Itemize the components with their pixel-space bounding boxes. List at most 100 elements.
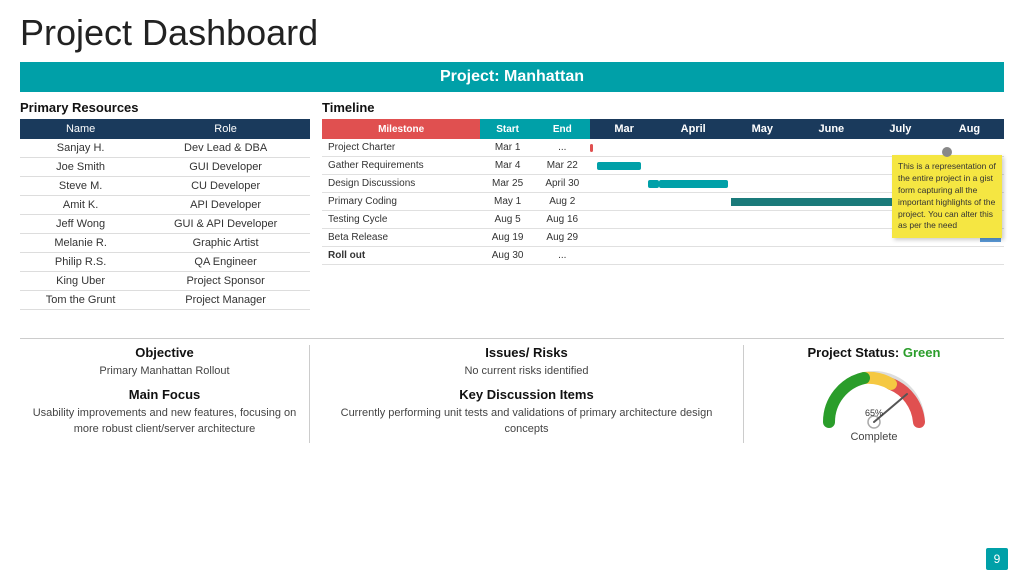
- gauge-chart: 65%: [819, 364, 929, 429]
- start-cell: Aug 19: [480, 229, 535, 247]
- bottom-left: Objective Primary Manhattan Rollout Main…: [20, 345, 310, 443]
- end-cell: Aug 2: [535, 193, 590, 211]
- objective-title: Objective: [30, 345, 299, 360]
- gantt-cell: [659, 193, 728, 211]
- resource-name: Sanjay H.: [20, 139, 141, 158]
- gantt-cell: [797, 211, 866, 229]
- bottom-content: Objective Primary Manhattan Rollout Main…: [20, 338, 1004, 443]
- timeline-title: Timeline: [322, 100, 1004, 115]
- month-header: June: [797, 119, 866, 139]
- month-header: Mar: [590, 119, 659, 139]
- gantt-cell: [659, 247, 728, 265]
- resource-row: Jeff WongGUI & API Developer: [20, 215, 310, 234]
- gauge-container: 65% Complete: [754, 364, 994, 443]
- gantt-cell: [797, 157, 866, 175]
- page-number: 9: [986, 548, 1008, 570]
- gantt-cell: [866, 247, 935, 265]
- gantt-cell: [659, 229, 728, 247]
- resource-role: GUI Developer: [141, 158, 310, 177]
- objective-text: Primary Manhattan Rollout: [30, 364, 299, 379]
- milestone-cell: Design Discussions: [322, 175, 480, 193]
- gantt-cell: [590, 139, 659, 157]
- resource-row: Tom the GruntProject Manager: [20, 291, 310, 310]
- resource-name: Amit K.: [20, 196, 141, 215]
- resource-row: King UberProject Sponsor: [20, 272, 310, 291]
- end-cell: Aug 16: [535, 211, 590, 229]
- resource-role: API Developer: [141, 196, 310, 215]
- gantt-cell: [728, 229, 797, 247]
- resource-role: Project Manager: [141, 291, 310, 310]
- bottom-middle: Issues/ Risks No current risks identifie…: [310, 345, 744, 443]
- gantt-cell: [590, 175, 659, 193]
- main-focus-title: Main Focus: [30, 387, 299, 402]
- start-cell: May 1: [480, 193, 535, 211]
- timeline-row: Project Charter Mar 1 ...: [322, 139, 1004, 157]
- end-cell: ...: [535, 139, 590, 157]
- gantt-cell: [728, 175, 797, 193]
- resource-role: Graphic Artist: [141, 234, 310, 253]
- resource-name: Steve M.: [20, 177, 141, 196]
- page-title: Project Dashboard: [20, 12, 1004, 54]
- timeline-row: Roll out Aug 30 ...: [322, 247, 1004, 265]
- gantt-cell: [797, 175, 866, 193]
- milestone-header: Milestone: [322, 119, 480, 139]
- sticky-note-text: This is a representation of the entire p…: [898, 161, 996, 230]
- milestone-cell: Beta Release: [322, 229, 480, 247]
- end-cell: Mar 22: [535, 157, 590, 175]
- main-focus-text: Usability improvements and new features,…: [30, 406, 299, 437]
- end-cell: ...: [535, 247, 590, 265]
- milestone-cell: Project Charter: [322, 139, 480, 157]
- gantt-cell: [728, 157, 797, 175]
- gantt-cell: [935, 247, 1004, 265]
- key-discussion-title: Key Discussion Items: [330, 387, 723, 402]
- resources-table: Name Role Sanjay H.Dev Lead & DBAJoe Smi…: [20, 119, 310, 310]
- resources-section: Primary Resources Name Role Sanjay H.Dev…: [20, 100, 310, 330]
- gantt-cell: [590, 157, 659, 175]
- end-cell: April 30: [535, 175, 590, 193]
- start-cell: Aug 30: [480, 247, 535, 265]
- month-header: May: [728, 119, 797, 139]
- milestone-cell: Roll out: [322, 247, 480, 265]
- key-discussion-text: Currently performing unit tests and vali…: [330, 406, 723, 437]
- project-name: Project: Manhattan: [440, 68, 584, 85]
- resource-name: Joe Smith: [20, 158, 141, 177]
- gantt-cell: [659, 211, 728, 229]
- gantt-cell: [797, 247, 866, 265]
- gantt-cell: [728, 247, 797, 265]
- gantt-cell: [728, 193, 797, 211]
- start-cell: Mar 25: [480, 175, 535, 193]
- resources-title: Primary Resources: [20, 100, 310, 115]
- gantt-cell: [659, 139, 728, 157]
- resource-role: CU Developer: [141, 177, 310, 196]
- col-role-header: Role: [141, 119, 310, 139]
- resource-row: Amit K.API Developer: [20, 196, 310, 215]
- bottom-right: Project Status: Green: [744, 345, 1004, 443]
- gantt-cell: [728, 211, 797, 229]
- resource-role: GUI & API Developer: [141, 215, 310, 234]
- resource-name: Melanie R.: [20, 234, 141, 253]
- project-status-label: Project Status: Green: [754, 345, 994, 360]
- sticky-note: This is a representation of the entire p…: [892, 155, 1002, 238]
- end-cell: Aug 29: [535, 229, 590, 247]
- start-cell: Mar 1: [480, 139, 535, 157]
- gantt-cell: [797, 193, 866, 211]
- month-header: April: [659, 119, 728, 139]
- project-header: Project: Manhattan: [20, 62, 1004, 92]
- main-content: Primary Resources Name Role Sanjay H.Dev…: [20, 100, 1004, 330]
- resource-row: Sanjay H.Dev Lead & DBA: [20, 139, 310, 158]
- gantt-cell: [590, 193, 659, 211]
- gantt-cell: [590, 247, 659, 265]
- gantt-cell: [590, 211, 659, 229]
- resource-name: Tom the Grunt: [20, 291, 141, 310]
- timeline-section: Timeline Milestone Start End MarAprilMay…: [322, 100, 1004, 330]
- issues-text: No current risks identified: [330, 364, 723, 379]
- svg-text:65%: 65%: [865, 408, 883, 418]
- resource-name: Philip R.S.: [20, 253, 141, 272]
- milestone-cell: Gather Requirements: [322, 157, 480, 175]
- resource-row: Steve M.CU Developer: [20, 177, 310, 196]
- gantt-cell: [728, 139, 797, 157]
- gantt-cell: [797, 229, 866, 247]
- start-header: Start: [480, 119, 535, 139]
- resource-row: Joe SmithGUI Developer: [20, 158, 310, 177]
- resource-role: QA Engineer: [141, 253, 310, 272]
